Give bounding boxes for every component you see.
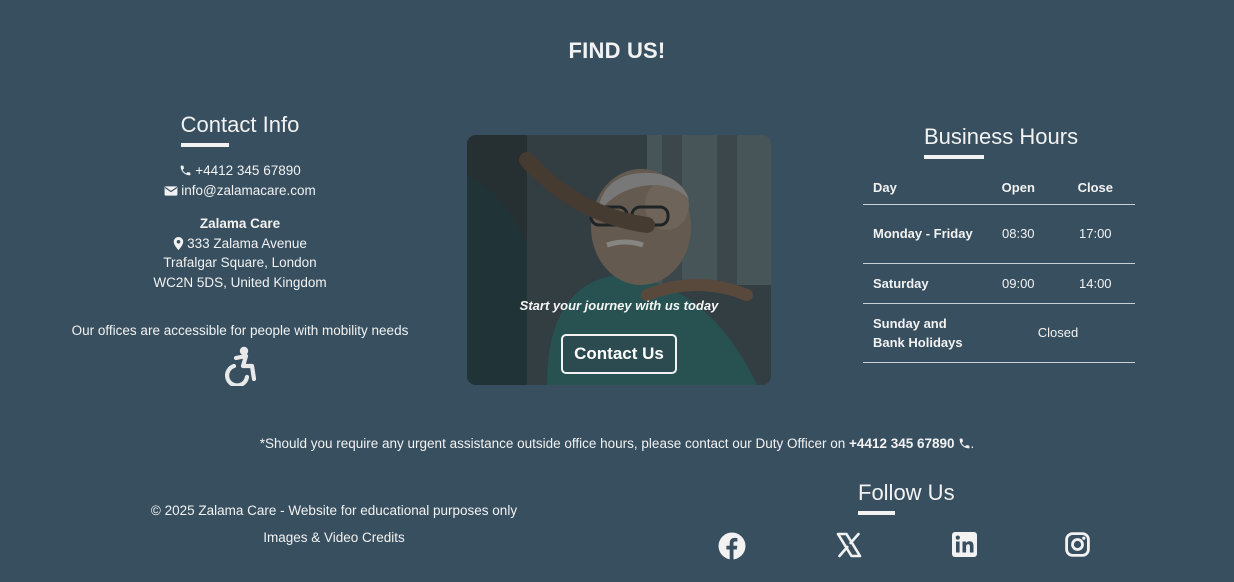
hours-heading-wrap: Business Hours <box>924 124 1078 159</box>
cta-card: Start your journey with us today Contact… <box>467 135 771 385</box>
phone-icon <box>959 438 969 449</box>
hours-table: Day Open Close Monday - Friday 08:30 17:… <box>863 171 1135 363</box>
accessibility-text: Our offices are accessible for people wi… <box>71 323 409 338</box>
address-line-1: 333 Zalama Avenue <box>60 234 420 254</box>
open-cell: 08:30 <box>1002 226 1035 241</box>
follow-us-heading-wrap: Follow Us <box>858 480 955 515</box>
instagram-icon[interactable] <box>1065 532 1090 557</box>
email-line[interactable]: info@zalamacare.com <box>60 181 420 201</box>
day-cell: Monday - Friday <box>863 204 981 263</box>
company-name: Zalama Care <box>199 216 281 231</box>
follow-us-heading: Follow Us <box>858 480 955 505</box>
address-street: 333 Zalama Avenue <box>187 235 307 251</box>
business-hours-section: Business Hours Day Open Close Monday - F… <box>863 124 1135 363</box>
page-title: FIND US! <box>568 38 666 63</box>
column-header-close: Close <box>1077 179 1113 195</box>
address-line-2: Trafalgar Square, London <box>163 255 317 270</box>
day-cell: Saturday <box>873 275 929 291</box>
contact-heading-wrap: Contact Info <box>180 112 300 147</box>
credits-link[interactable]: Images & Video Credits <box>110 530 558 545</box>
contact-info-section: Contact Info +4412 345 67890 info@zalama… <box>60 112 420 386</box>
day-cell: Sunday and Bank Holidays <box>873 315 963 350</box>
contact-us-button[interactable]: Contact Us <box>561 334 677 374</box>
close-cell: 17:00 <box>1079 226 1112 241</box>
hours-heading-underline <box>924 155 984 159</box>
close-cell: 14:00 <box>1079 275 1112 291</box>
phone-icon <box>180 165 191 176</box>
closed-cell: Closed <box>1037 325 1079 340</box>
envelope-icon <box>164 185 178 196</box>
table-header-row: Day Open Close <box>863 171 1135 204</box>
column-header-day: Day <box>873 179 897 195</box>
urgent-suffix: . <box>970 436 975 451</box>
table-row: Sunday and Bank Holidays Closed <box>863 303 1135 362</box>
open-cell: 09:00 <box>1002 275 1035 291</box>
follow-heading-underline <box>858 511 895 515</box>
urgent-assistance-note: *Should you require any urgent assistanc… <box>0 436 1234 451</box>
address-line-3: WC2N 5DS, United Kingdom <box>153 274 327 290</box>
column-header-open: Open <box>1001 179 1035 195</box>
table-row: Saturday 09:00 14:00 <box>863 263 1135 303</box>
urgent-text: *Should you require any urgent assistanc… <box>259 436 850 451</box>
day-label: Monday - Friday <box>873 226 973 241</box>
table-row: Monday - Friday 08:30 17:00 <box>863 204 1135 263</box>
email-address: info@zalamacare.com <box>181 182 316 198</box>
map-pin-icon <box>173 236 184 250</box>
card-tagline: Start your journey with us today <box>519 298 719 313</box>
wheelchair-icon <box>225 346 257 386</box>
duty-officer-phone[interactable]: +4412 345 67890 <box>849 436 954 451</box>
phone-number: +4412 345 67890 <box>195 163 301 178</box>
x-twitter-icon[interactable] <box>836 532 862 558</box>
linkedin-icon[interactable] <box>952 532 977 557</box>
phone-line[interactable]: +4412 345 67890 <box>60 161 420 181</box>
facebook-icon[interactable] <box>718 532 746 560</box>
contact-heading-underline <box>180 143 229 147</box>
hours-heading: Business Hours <box>924 124 1079 149</box>
social-links <box>700 532 1120 564</box>
contact-heading: Contact Info <box>180 112 300 137</box>
copyright-text: © 2025 Zalama Care - Website for educati… <box>150 503 518 518</box>
